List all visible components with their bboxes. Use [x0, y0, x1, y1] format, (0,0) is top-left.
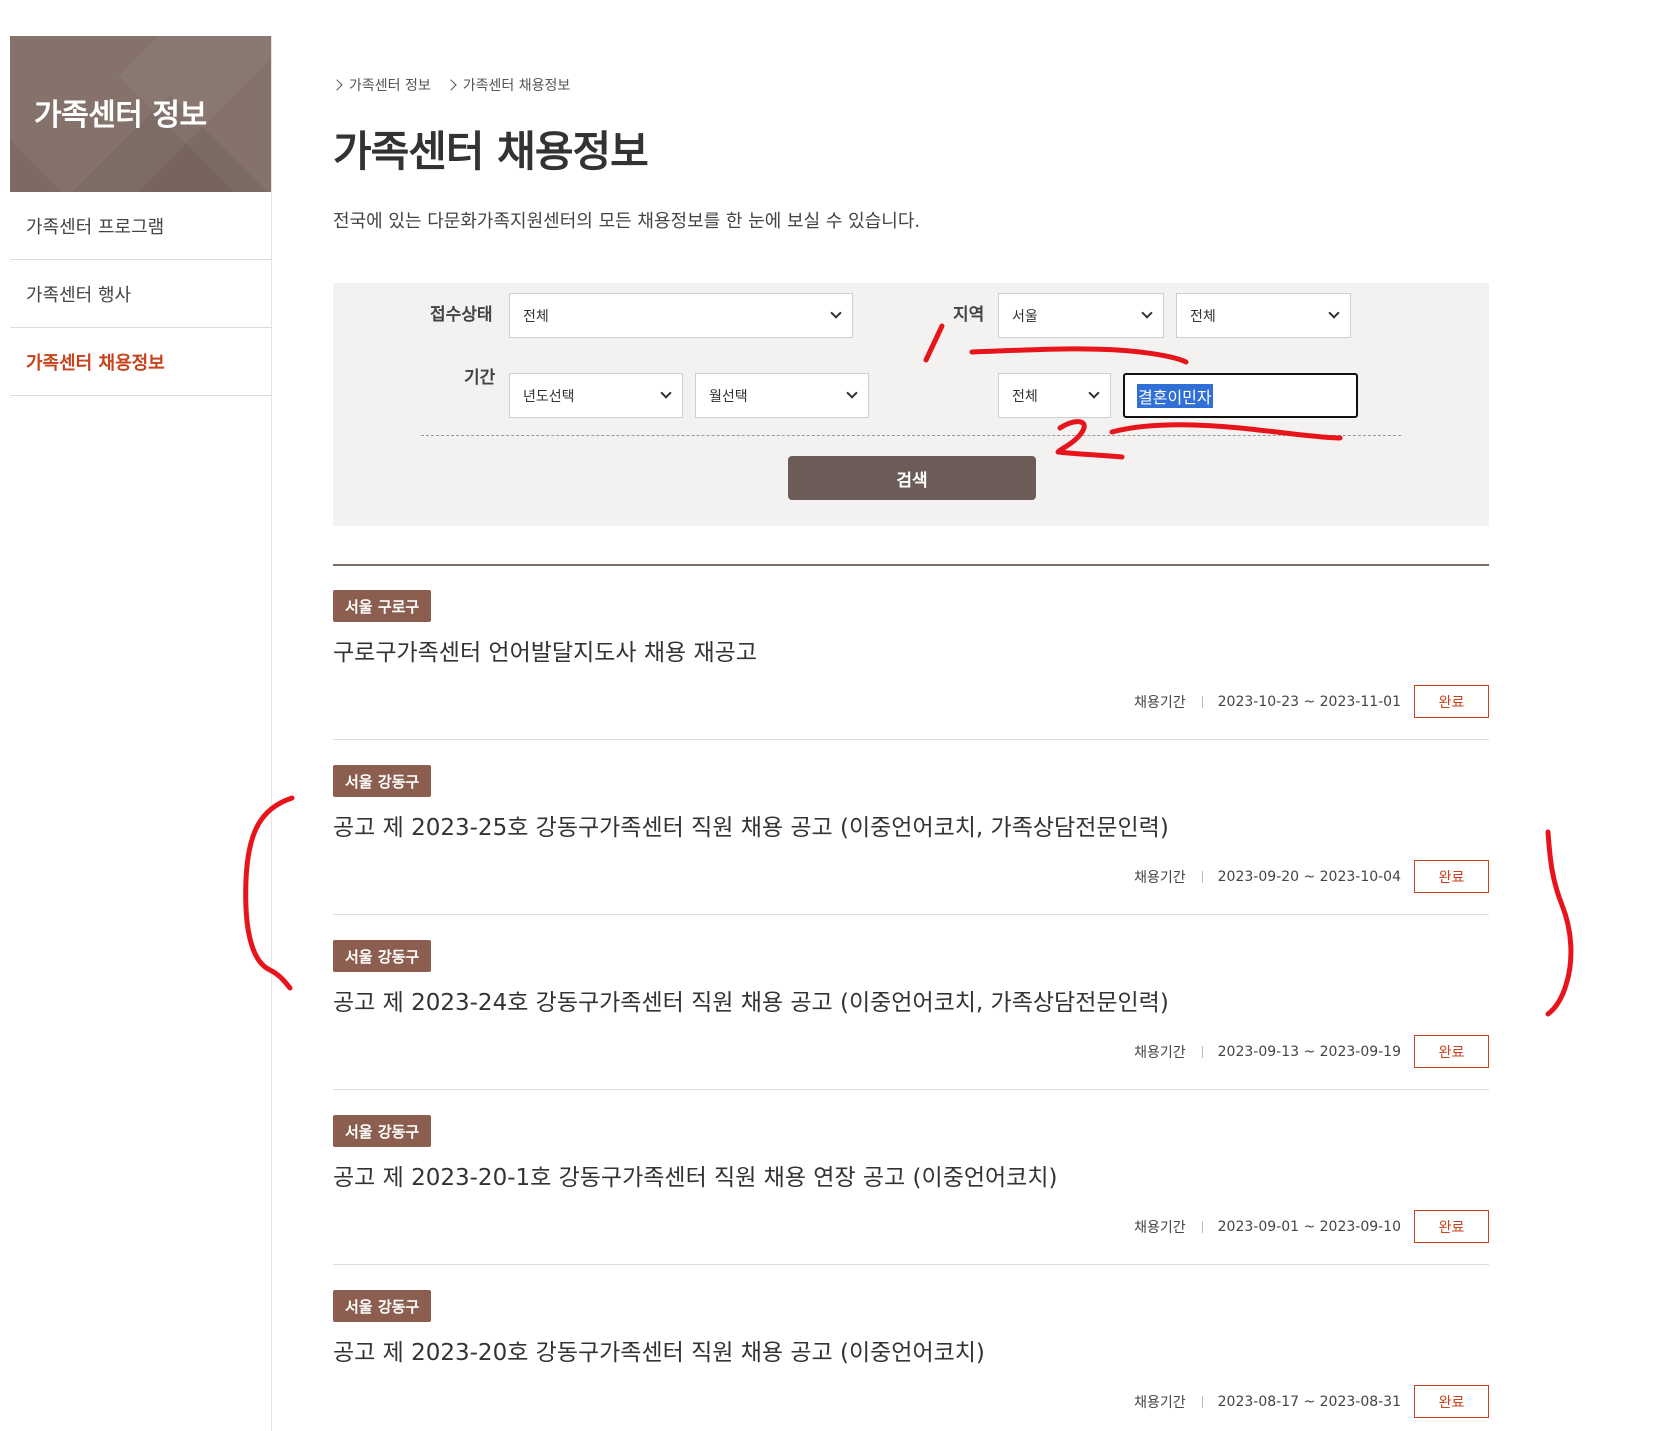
- status-select[interactable]: 전체: [509, 293, 853, 338]
- sidebar-item-event[interactable]: 가족센터 행사: [10, 260, 271, 328]
- region-badge: 서울 강동구: [333, 940, 432, 972]
- item-title[interactable]: 공고 제 2023-20호 강동구가족센터 직원 채용 공고 (이중언어코치): [333, 1333, 985, 1367]
- list-item: 서울 강동구 공고 제 2023-25호 강동구가족센터 직원 채용 공고 (이…: [333, 740, 1489, 915]
- period-range: 2023-08-17 ~ 2023-08-31: [1217, 1393, 1401, 1410]
- item-meta: 채용기간 2023-10-23 ~ 2023-11-01 완료: [1134, 685, 1489, 718]
- region-badge: 서울 강동구: [333, 1290, 432, 1322]
- item-meta: 채용기간 2023-09-20 ~ 2023-10-04 완료: [1134, 860, 1489, 893]
- status-badge: 완료: [1414, 685, 1489, 718]
- sidebar-item-recruitment[interactable]: 가족센터 채용정보: [10, 328, 271, 396]
- period-range: 2023-10-23 ~ 2023-11-01: [1217, 693, 1401, 710]
- item-title[interactable]: 구로구가족센터 언어발달지도사 채용 재공고: [333, 633, 757, 667]
- month-select[interactable]: 월선택: [695, 373, 869, 418]
- page-title: 가족센터 채용정보: [333, 127, 649, 176]
- period-label: 채용기간: [1134, 694, 1186, 711]
- region-select[interactable]: 서울: [998, 293, 1164, 338]
- item-meta: 채용기간 2023-08-17 ~ 2023-08-31 완료: [1134, 1385, 1489, 1418]
- chevron-down-icon: [1328, 307, 1340, 319]
- period-range: 2023-09-01 ~ 2023-09-10: [1217, 1218, 1401, 1235]
- period-label: 채용기간: [1134, 1219, 1186, 1236]
- status-badge: 완료: [1414, 1210, 1489, 1243]
- list-item: 서울 구로구 구로구가족센터 언어발달지도사 채용 재공고 채용기간 2023-…: [333, 565, 1489, 740]
- chevron-down-icon: [1141, 307, 1153, 319]
- sidebar: 가족센터 정보 가족센터 프로그램 가족센터 행사 가족센터 채용정보: [10, 36, 272, 1431]
- item-title[interactable]: 공고 제 2023-25호 강동구가족센터 직원 채용 공고 (이중언어코치, …: [333, 808, 1169, 842]
- district-select[interactable]: 전체: [1176, 293, 1351, 338]
- chevron-down-icon: [1088, 387, 1100, 399]
- breadcrumb: 가족센터 정보 가족센터 채용정보: [331, 75, 586, 95]
- sidebar-item-program[interactable]: 가족센터 프로그램: [10, 192, 271, 260]
- item-title[interactable]: 공고 제 2023-20-1호 강동구가족센터 직원 채용 연장 공고 (이중언…: [333, 1158, 1057, 1192]
- search-filter-box: 접수상태 전체 지역 서울 전체 기간 년도선택 월선택 전체 결혼이민자 검색: [333, 283, 1489, 526]
- sidebar-title: 가족센터 정보: [34, 98, 207, 133]
- list-item: 서울 강동구 공고 제 2023-20호 강동구가족센터 직원 채용 공고 (이…: [333, 1265, 1489, 1431]
- keyword-input[interactable]: 결혼이민자: [1123, 373, 1358, 418]
- period-label: 채용기간: [1134, 869, 1186, 886]
- period-label: 기간: [464, 368, 496, 388]
- period-range: 2023-09-20 ~ 2023-10-04: [1217, 868, 1401, 885]
- sidebar-header: 가족센터 정보: [10, 36, 271, 192]
- item-meta: 채용기간 2023-09-13 ~ 2023-09-19 완료: [1134, 1035, 1489, 1068]
- chevron-right-icon: [331, 79, 343, 91]
- divider: [421, 435, 1401, 436]
- keyword-type-select[interactable]: 전체: [998, 373, 1111, 418]
- status-label: 접수상태: [430, 305, 493, 325]
- region-label: 지역: [953, 305, 985, 325]
- region-badge: 서울 구로구: [333, 590, 432, 622]
- period-label: 채용기간: [1134, 1044, 1186, 1061]
- annotation-right-bracket: [1545, 829, 1574, 1017]
- item-meta: 채용기간 2023-09-01 ~ 2023-09-10 완료: [1134, 1210, 1489, 1243]
- period-range: 2023-09-13 ~ 2023-09-19: [1217, 1043, 1401, 1060]
- search-button[interactable]: 검색: [788, 456, 1036, 500]
- chevron-down-icon: [830, 307, 842, 319]
- breadcrumb-item[interactable]: 가족센터 채용정보: [463, 75, 571, 95]
- chevron-down-icon: [660, 387, 672, 399]
- period-label: 채용기간: [1134, 1394, 1186, 1411]
- region-badge: 서울 강동구: [333, 1115, 432, 1147]
- list-item: 서울 강동구 공고 제 2023-24호 강동구가족센터 직원 채용 공고 (이…: [333, 915, 1489, 1090]
- breadcrumb-item[interactable]: 가족센터 정보: [349, 75, 431, 95]
- year-select[interactable]: 년도선택: [509, 373, 683, 418]
- page-description: 전국에 있는 다문화가족지원센터의 모든 채용정보를 한 눈에 보실 수 있습니…: [333, 211, 921, 232]
- chevron-right-icon: [445, 79, 457, 91]
- status-badge: 완료: [1414, 860, 1489, 893]
- chevron-down-icon: [846, 387, 858, 399]
- region-badge: 서울 강동구: [333, 765, 432, 797]
- status-badge: 완료: [1414, 1385, 1489, 1418]
- list-item: 서울 강동구 공고 제 2023-20-1호 강동구가족센터 직원 채용 연장 …: [333, 1090, 1489, 1265]
- status-badge: 완료: [1414, 1035, 1489, 1068]
- item-title[interactable]: 공고 제 2023-24호 강동구가족센터 직원 채용 공고 (이중언어코치, …: [333, 983, 1169, 1017]
